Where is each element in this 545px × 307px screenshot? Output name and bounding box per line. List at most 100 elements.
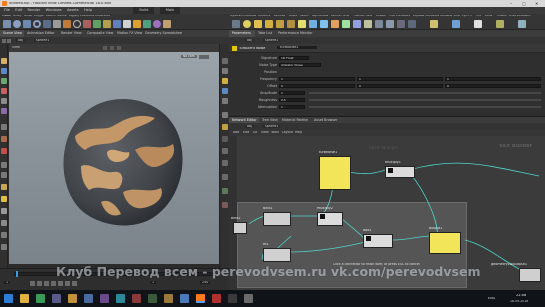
- shelf-tab-deform[interactable]: Deform: [46, 15, 56, 18]
- offset-y-field[interactable]: 0: [357, 84, 443, 88]
- point-light-tool-icon[interactable]: [243, 20, 251, 28]
- app-icon-11[interactable]: [164, 294, 173, 303]
- param-path-obj[interactable]: obj: [245, 38, 255, 42]
- path-node[interactable]: sphere1: [34, 38, 52, 42]
- shelf-tab-drive-simulation[interactable]: Drive Simulation: [509, 15, 531, 18]
- persp-icon[interactable]: [199, 55, 209, 59]
- tube-tool-icon[interactable]: [23, 20, 31, 28]
- stereo-camera-tool-icon[interactable]: [375, 20, 383, 28]
- environment-light-tool-icon[interactable]: [309, 20, 317, 28]
- shelf-tab-fluid-containers[interactable]: Fluid Containers: [389, 15, 410, 18]
- shelf-tab-modify[interactable]: Modify: [13, 15, 22, 18]
- net-menu-layout[interactable]: Layout: [282, 131, 293, 134]
- scale-tool-icon[interactable]: [1, 88, 7, 94]
- shelf-tab-grains[interactable]: Grains: [289, 15, 297, 18]
- tab-render-view[interactable]: Render View: [58, 30, 84, 37]
- tab-parameters[interactable]: Parameters: [229, 30, 255, 37]
- shelf-tab-particle-fluids[interactable]: Particle Fluids: [331, 15, 349, 18]
- roughness-slider[interactable]: [309, 99, 541, 101]
- view-tool-icon[interactable]: [1, 124, 7, 130]
- offset-z-field[interactable]: 0: [445, 84, 541, 88]
- light-tool-icon[interactable]: [1, 244, 7, 250]
- shelf-tab-container-tools[interactable]: Container Tools: [440, 15, 460, 18]
- clock-date[interactable]: 18.09.2018: [510, 300, 528, 303]
- display-wireframe-icon[interactable]: [222, 58, 228, 64]
- tab-animation-editor[interactable]: Animation Editor: [24, 30, 58, 37]
- shelf-tab-crowds[interactable]: Crowds: [497, 15, 507, 18]
- shelf-tab-create[interactable]: Create: [2, 15, 11, 18]
- display-safe-area-icon[interactable]: [222, 174, 228, 180]
- home-icon[interactable]: [103, 46, 107, 50]
- path-tool-icon[interactable]: [103, 20, 111, 28]
- folder-icon[interactable]: [68, 294, 77, 303]
- node-name-field[interactable]: turbNoise1: [277, 46, 317, 50]
- back-icon[interactable]: [2, 38, 6, 43]
- measure-tool-icon[interactable]: [1, 232, 7, 238]
- node-add1[interactable]: [363, 234, 393, 248]
- app-icon-12[interactable]: [180, 294, 189, 303]
- snap-point-tool-icon[interactable]: [1, 172, 7, 178]
- app-icon-9[interactable]: [132, 294, 141, 303]
- lock-tool-icon[interactable]: [1, 208, 7, 214]
- menu-build[interactable]: Build: [133, 7, 155, 14]
- l-system-tool-icon[interactable]: [143, 20, 151, 28]
- node-geometryvopoutput1[interactable]: [519, 268, 541, 282]
- null-tool-icon[interactable]: [53, 20, 61, 28]
- platonic-tool-icon[interactable]: [133, 20, 141, 28]
- shelf-tab-rigid-bodies[interactable]: Rigid Bodies: [312, 15, 328, 18]
- grid-tool-icon[interactable]: [43, 20, 51, 28]
- timeline-start[interactable]: 1: [150, 281, 157, 285]
- timeline-end[interactable]: 240: [200, 281, 211, 285]
- shelf-tab-polygon[interactable]: Polygon: [34, 15, 44, 18]
- play-icon[interactable]: [58, 281, 63, 286]
- net-menu-go[interactable]: Go: [253, 131, 257, 134]
- offset-x-field[interactable]: 0: [279, 84, 355, 88]
- display-guides-icon[interactable]: [222, 148, 228, 154]
- pose-tool-icon[interactable]: [1, 108, 7, 114]
- browser-icon[interactable]: [36, 294, 45, 303]
- file-tool-icon[interactable]: [163, 20, 171, 28]
- signature-dropdown[interactable]: 1D Float: [279, 56, 309, 60]
- jump-end-icon[interactable]: [72, 281, 77, 286]
- node-multiply1[interactable]: [385, 166, 415, 178]
- shelf-tab-characters[interactable]: Characters: [80, 15, 94, 18]
- node-output1[interactable]: [429, 232, 461, 254]
- explorer-icon[interactable]: [20, 294, 29, 303]
- draw-curve-tool-icon[interactable]: [93, 20, 101, 28]
- display-primnums-icon[interactable]: [222, 98, 228, 104]
- shelf-tab-lights-and-cameras[interactable]: Lights and Cameras: [230, 15, 256, 18]
- curve-tool-icon[interactable]: [83, 20, 91, 28]
- close-button[interactable]: ✕: [535, 2, 538, 6]
- move-tool-icon[interactable]: [1, 68, 7, 74]
- stop-icon[interactable]: [51, 281, 56, 286]
- shelf-tab-collisions[interactable]: Collisions: [258, 15, 270, 18]
- lights-extra5-tool-icon[interactable]: [518, 20, 526, 28]
- menu-edit[interactable]: Edit: [15, 7, 22, 14]
- box-tool-icon[interactable]: [3, 20, 11, 28]
- display-options-icon[interactable]: [110, 46, 114, 50]
- torus-tool-icon[interactable]: [33, 20, 41, 28]
- frequency-y-field[interactable]: 1: [357, 77, 443, 81]
- tab-composite-view[interactable]: Composite View: [84, 30, 114, 37]
- volume-light-tool-icon[interactable]: [287, 20, 295, 28]
- geometry-light-tool-icon[interactable]: [276, 20, 284, 28]
- roughness-field[interactable]: 0.5: [279, 98, 305, 102]
- snap-grid-tool-icon[interactable]: [1, 162, 7, 168]
- switcher-tool-icon[interactable]: [397, 20, 405, 28]
- node-bind1[interactable]: [263, 212, 291, 226]
- shelf-tab-fem[interactable]: FEM: [476, 15, 481, 18]
- display-points-icon[interactable]: [222, 78, 228, 84]
- lights-extra-tool-icon[interactable]: [430, 20, 438, 28]
- lights-extra4-tool-icon[interactable]: [496, 20, 504, 28]
- distant-light-tool-icon[interactable]: [298, 20, 306, 28]
- metaball-tool-icon[interactable]: [153, 20, 161, 28]
- menu-help[interactable]: Help: [84, 7, 92, 14]
- select-tool-icon[interactable]: [1, 58, 7, 64]
- display-shadows-icon[interactable]: [222, 136, 228, 142]
- area-light-tool-icon[interactable]: [265, 20, 273, 28]
- magnet-tool-icon[interactable]: [1, 148, 7, 154]
- menu-windows[interactable]: Windows: [46, 7, 62, 14]
- tab-performance-monitor[interactable]: Performance Monitor: [275, 30, 315, 37]
- app-icon-16[interactable]: [244, 294, 253, 303]
- step-back-icon[interactable]: [37, 281, 42, 286]
